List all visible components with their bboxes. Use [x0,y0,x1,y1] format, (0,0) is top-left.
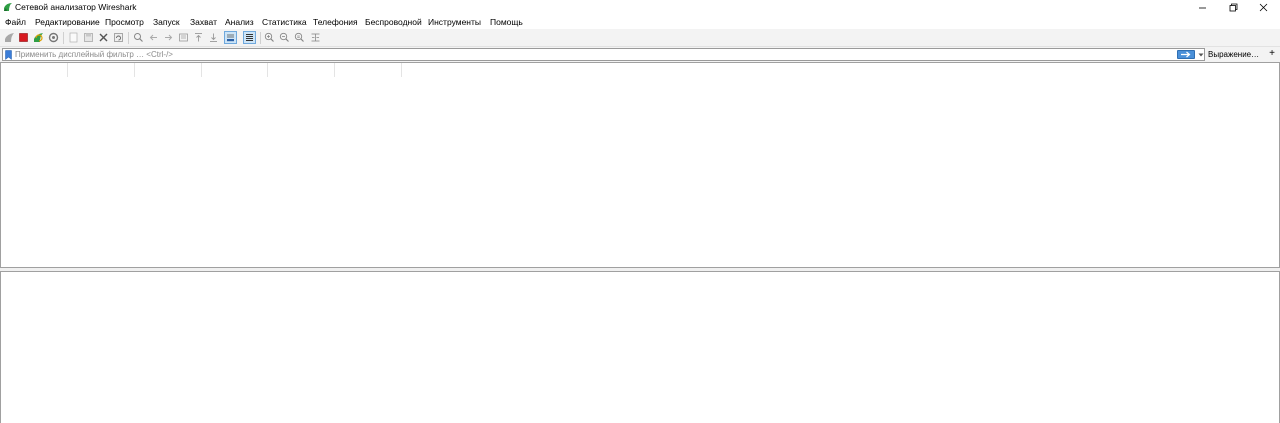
colorize-icon [246,34,253,41]
open-file-icon [69,32,78,43]
close-file-button[interactable] [97,31,110,44]
column-header[interactable] [135,63,202,77]
find-packet-button[interactable] [132,31,145,44]
expression-button[interactable]: Выражение… [1208,49,1259,60]
toolbar-separator [260,32,261,44]
minimize-icon [1198,7,1206,9]
display-filter-input[interactable] [15,49,1165,60]
menu-go[interactable]: Запуск [152,16,181,28]
menu-telephony[interactable]: Телефония [312,16,359,28]
go-last-icon [210,33,217,42]
menu-analyze[interactable]: Анализ [224,16,255,28]
restore-icon [1229,3,1237,12]
menu-capture[interactable]: Захват [189,16,218,28]
apply-filter-button[interactable] [1177,50,1195,59]
packet-list-pane[interactable] [0,62,1280,268]
main-toolbar [0,29,1280,47]
start-capture-button[interactable] [3,31,16,44]
start-capture-icon [5,33,14,42]
arrow-right-icon [1181,51,1191,58]
toolbar-separator [128,32,129,44]
go-first-button[interactable] [192,31,205,44]
go-forward-icon [165,34,173,41]
stop-capture-button[interactable] [17,31,30,44]
bookmark-icon[interactable] [4,50,13,61]
find-packet-icon [134,33,143,42]
go-first-icon [195,33,202,42]
close-window-button[interactable] [1248,0,1278,15]
stop-capture-icon [19,33,28,42]
close-icon [1259,3,1267,12]
window-title: Сетевой анализатор Wireshark [15,2,137,12]
capture-options-icon [48,32,59,43]
menu-bar: Файл Редактирование Просмотр Запуск Захв… [0,15,1280,29]
add-filter-button[interactable]: + [1266,48,1278,60]
colorize-button[interactable] [243,31,256,44]
normal-size-button[interactable] [293,31,306,44]
go-back-button[interactable] [147,31,160,44]
menu-file[interactable]: Файл [4,16,27,28]
reload-file-button[interactable] [112,31,125,44]
normal-size-icon [294,32,304,42]
restart-capture-button[interactable] [32,31,45,44]
column-header[interactable] [68,63,135,77]
wireshark-fin-icon [3,2,13,12]
column-header[interactable] [268,63,335,77]
toolbar-separator [63,32,64,44]
close-file-icon [99,33,108,42]
display-filter-bar: Выражение… + [0,47,1280,62]
save-file-icon [84,33,93,42]
menu-edit[interactable]: Редактирование [34,16,101,28]
menu-statistics[interactable]: Статистика [261,16,308,28]
restore-button[interactable] [1218,0,1248,15]
title-bar: Сетевой анализатор Wireshark [0,0,1280,15]
open-file-button[interactable] [67,31,80,44]
filter-history-dropdown[interactable] [1196,50,1205,60]
go-to-packet-icon [179,33,188,42]
go-to-packet-button[interactable] [177,31,190,44]
column-header[interactable] [1,63,68,77]
capture-options-button[interactable] [47,31,60,44]
zoom-in-icon [264,32,274,42]
zoom-out-button[interactable] [278,31,291,44]
go-forward-button[interactable] [162,31,175,44]
menu-tools[interactable]: Инструменты [427,16,482,28]
autoscroll-icon [227,34,234,42]
go-last-button[interactable] [207,31,220,44]
autoscroll-button[interactable] [224,31,237,44]
zoom-in-button[interactable] [263,31,276,44]
go-back-icon [149,34,157,41]
menu-help[interactable]: Помощь [489,16,524,28]
column-header[interactable] [335,63,402,77]
minimize-button[interactable] [1187,0,1217,15]
restart-capture-icon [34,33,43,42]
display-filter-box [2,48,1205,61]
packet-details-pane[interactable] [0,271,1280,423]
save-file-button[interactable] [82,31,95,44]
resize-columns-icon [311,33,320,42]
resize-columns-button[interactable] [309,31,322,44]
reload-file-icon [114,33,123,42]
menu-wireless[interactable]: Беспроводной [364,16,423,28]
menu-view[interactable]: Просмотр [104,16,145,28]
column-header[interactable] [202,63,268,77]
chevron-down-icon [1198,53,1203,57]
zoom-out-icon [279,32,289,42]
